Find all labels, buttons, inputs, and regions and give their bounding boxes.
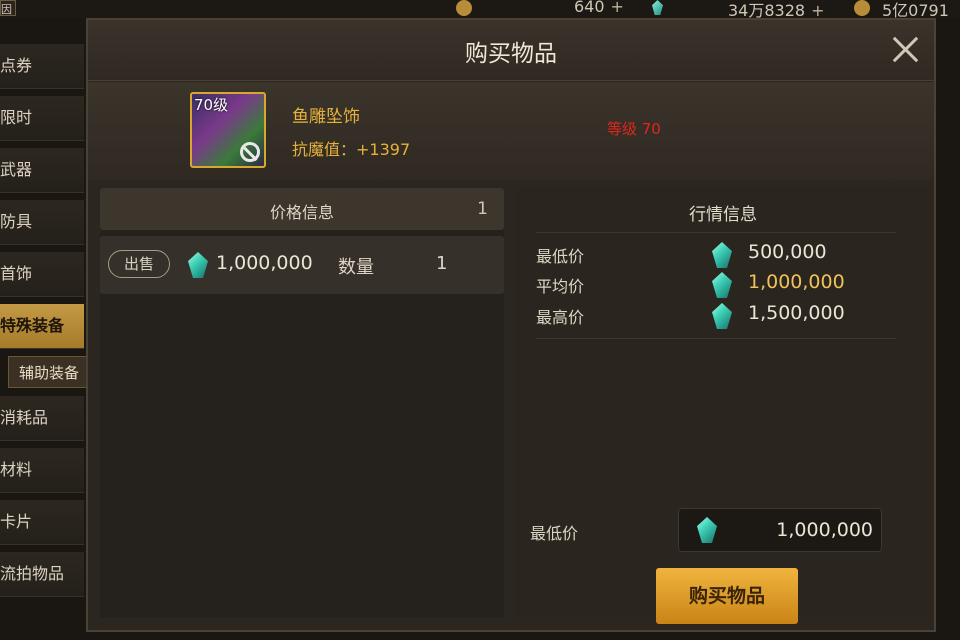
sidebar-item-weapon[interactable]: 武器 (0, 148, 84, 193)
sidebar-item-special-equipment[interactable]: 特殊装备 (0, 304, 84, 349)
sidebar-item-cards[interactable]: 卡片 (0, 500, 84, 545)
item-stat: 抗魔值：+1397 (292, 140, 411, 159)
sell-tag: 出售 (108, 250, 170, 278)
currency-b: 34万8328 + (728, 0, 825, 18)
corner-tag: 因 (0, 0, 16, 16)
gem-icon (712, 272, 732, 298)
item-icon[interactable]: 70级 (190, 92, 266, 168)
price-info-count: 1 (477, 199, 488, 219)
dialog-header: 购买物品 (88, 20, 934, 81)
coin-icon (854, 0, 870, 16)
divider (536, 338, 896, 339)
purchase-dialog: 购买物品 70级 鱼雕坠饰 抗魔值：+1397 等级 70 价格信息 1 出售 … (86, 18, 936, 632)
market-value-highest: 1,500,000 (748, 302, 845, 324)
price-info-header: 价格信息 1 (100, 188, 504, 230)
min-price-value: 1,000,000 (776, 519, 873, 541)
gem-icon (712, 242, 732, 268)
quantity-value: 1 (436, 253, 448, 274)
min-price-field: 1,000,000 (678, 508, 882, 552)
market-value-average: 1,000,000 (748, 271, 845, 293)
no-entry-icon (240, 142, 260, 162)
plus-icon[interactable]: + (611, 0, 624, 16)
sidebar-item-unsold[interactable]: 流拍物品 (0, 552, 84, 597)
coin-icon (456, 0, 472, 16)
divider (536, 232, 896, 233)
item-summary: 70级 鱼雕坠饰 抗魔值：+1397 等级 70 (88, 82, 934, 180)
listing-price: 1,000,000 (216, 252, 313, 274)
item-level-badge: 70级 (194, 96, 229, 114)
sidebar-item-jewelry[interactable]: 首饰 (0, 252, 84, 297)
item-name: 鱼雕坠饰 (292, 107, 360, 127)
sidebar-item-armor[interactable]: 防具 (0, 200, 84, 245)
market-label-average: 平均价 (536, 277, 585, 296)
item-level-requirement: 等级 70 (607, 120, 661, 138)
gem-icon (712, 303, 732, 329)
currency-b-value: 34万8328 (728, 1, 806, 18)
currency-a: 640 + (574, 0, 624, 16)
sidebar-item-limited[interactable]: 限时 (0, 96, 84, 141)
market-info-title: 行情信息 (689, 205, 757, 225)
price-info-panel: 价格信息 1 出售 1,000,000 数量 1 (100, 188, 504, 618)
price-info-title: 价格信息 (269, 203, 334, 222)
plus-icon[interactable]: + (811, 1, 824, 18)
currency-c-value: 5亿0791 (882, 1, 949, 18)
gem-icon (697, 517, 717, 543)
sidebar-subitem-auxiliary[interactable]: 辅助装备 (8, 356, 88, 388)
market-value-lowest: 500,000 (748, 241, 827, 263)
currency-bar: 因 640 + 34万8328 + 5亿0791 (0, 0, 960, 18)
min-price-label: 最低价 (530, 524, 579, 543)
sidebar-item-voucher[interactable]: 点券 (0, 44, 84, 89)
sidebar-item-materials[interactable]: 材料 (0, 448, 84, 493)
market-label-highest: 最高价 (536, 308, 585, 327)
buy-button[interactable]: 购买物品 (656, 568, 798, 624)
market-label-lowest: 最低价 (536, 247, 585, 266)
sidebar-item-consumables[interactable]: 消耗品 (0, 396, 84, 441)
dialog-title: 购买物品 (465, 41, 557, 67)
currency-a-value: 640 (574, 0, 605, 16)
gem-icon (652, 0, 663, 16)
quantity-label: 数量 (338, 257, 374, 278)
gem-icon (188, 252, 208, 278)
listing-row[interactable]: 出售 1,000,000 数量 1 (100, 236, 504, 294)
close-icon[interactable] (890, 34, 920, 64)
market-info-panel: 行情信息 最低价 500,000 平均价 1,000,000 最高价 1,500… (516, 188, 930, 624)
